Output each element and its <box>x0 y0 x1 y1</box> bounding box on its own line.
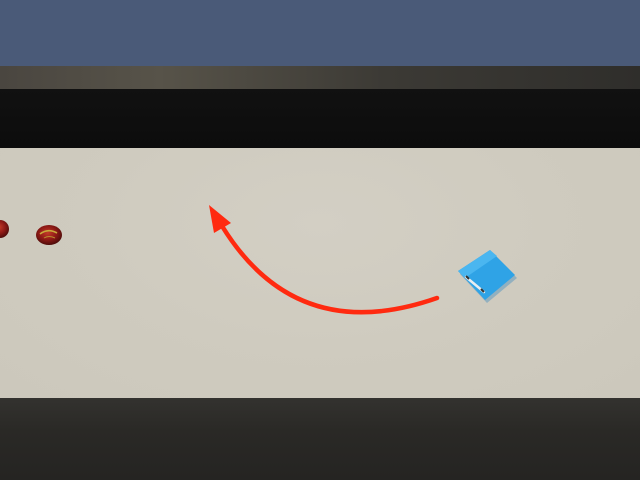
game-scene <box>0 0 640 480</box>
scene-overlay <box>0 205 517 315</box>
red-fruit-icon <box>36 225 62 245</box>
red-fruit-icon <box>0 220 9 238</box>
curved-arrow-icon <box>209 205 440 315</box>
blue-cube-agent-icon <box>458 250 517 303</box>
